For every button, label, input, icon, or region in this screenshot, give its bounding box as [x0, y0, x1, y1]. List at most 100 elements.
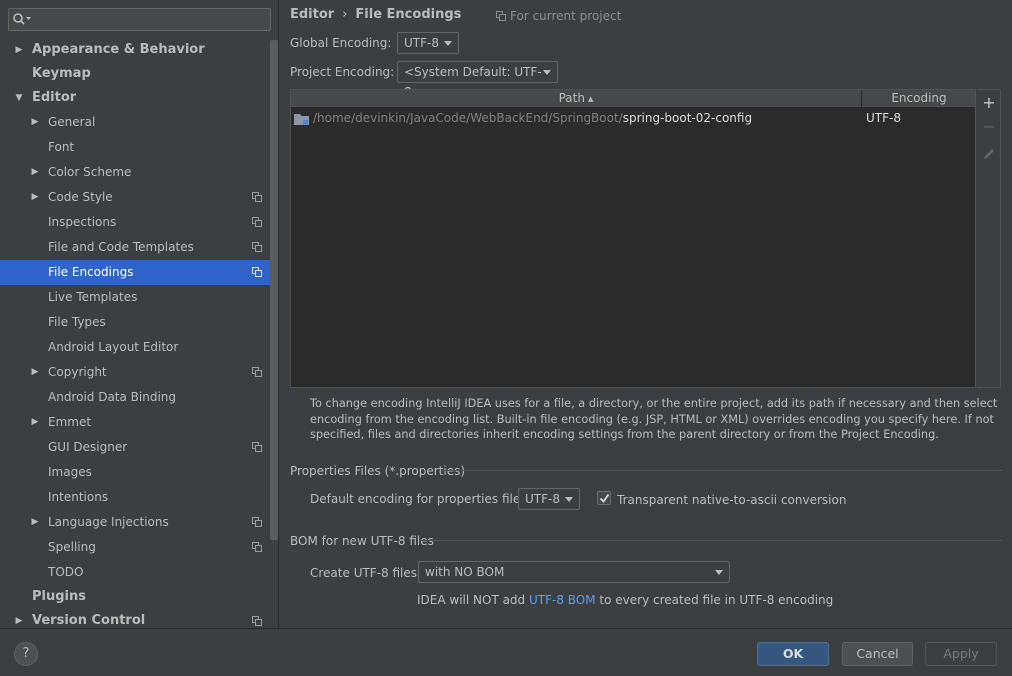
sidebar-item-label: Intentions	[48, 490, 109, 504]
expand-arrow-right-icon[interactable]: ▶	[14, 38, 24, 62]
sidebar-item-label: Keymap	[32, 66, 91, 81]
path-column-label: Path	[558, 91, 585, 105]
bom-note: IDEA will NOT add UTF-8 BOM to every cre…	[417, 593, 833, 607]
sidebar-item-inspections[interactable]: Inspections	[0, 210, 270, 235]
settings-tree: ▶ Appearance & Behavior Keymap ▼ Editor ▶ Gene…	[0, 38, 270, 633]
sidebar-item-appearance-behavior[interactable]: ▶ Appearance & Behavior	[0, 38, 270, 62]
sidebar-item-label: Appearance & Behavior	[32, 42, 205, 57]
encoding-help-text: To change encoding IntelliJ IDEA uses fo…	[310, 397, 998, 441]
table-row[interactable]: /home/devinkin/JavaCode/WebBackEnd/Sprin…	[291, 108, 975, 128]
expand-arrow-right-icon[interactable]: ▶	[30, 160, 40, 185]
sidebar-item-code-style[interactable]: ▶ Code Style	[0, 185, 270, 210]
bom-note-suffix: to every created file in UTF-8 encoding	[595, 593, 834, 607]
sidebar-item-android-layout-editor[interactable]: Android Layout Editor	[0, 335, 270, 360]
sidebar-item-language-injections[interactable]: ▶ Language Injections	[0, 510, 270, 535]
breadcrumb-separator: ›	[342, 7, 348, 22]
global-encoding-select[interactable]: UTF-8	[397, 32, 459, 54]
sidebar-item-plugins[interactable]: Plugins	[0, 585, 270, 609]
sidebar-item-file-encodings[interactable]: File Encodings	[0, 260, 270, 285]
search-field[interactable]	[8, 8, 271, 31]
apply-button[interactable]: Apply	[925, 642, 997, 666]
properties-encoding-value: UTF-8	[525, 492, 560, 506]
project-scope-icon	[252, 542, 262, 552]
add-icon[interactable]: +	[977, 91, 1001, 115]
expand-arrow-right-icon[interactable]: ▶	[30, 410, 40, 435]
sidebar-item-label: Spelling	[48, 540, 96, 554]
expand-arrow-right-icon[interactable]: ▶	[30, 510, 40, 535]
project-encoding-select[interactable]: <System Default: UTF-8>	[397, 61, 558, 99]
sidebar-item-todo[interactable]: TODO	[0, 560, 270, 585]
ok-button[interactable]: OK	[757, 642, 829, 666]
sidebar-item-gui-designer[interactable]: GUI Designer	[0, 435, 270, 460]
chevron-down-icon	[565, 497, 573, 502]
table-toolbar: + −	[977, 89, 1001, 388]
bom-select-value: with NO BOM	[425, 565, 505, 579]
create-utf8-label: Create UTF-8 files:	[310, 566, 422, 580]
sidebar-item-label: Plugins	[32, 589, 86, 604]
sidebar-item-file-types[interactable]: File Types	[0, 310, 270, 335]
sidebar-item-editor[interactable]: ▼ Editor	[0, 86, 270, 110]
sidebar-scrollbar[interactable]	[270, 40, 278, 540]
expand-arrow-down-icon[interactable]: ▼	[14, 86, 24, 110]
sidebar-item-general[interactable]: ▶ General	[0, 110, 270, 135]
copy-icon	[496, 11, 506, 21]
bom-section-title: BOM for new UTF-8 files	[290, 534, 434, 548]
sidebar-item-label: GUI Designer	[48, 440, 128, 454]
properties-encoding-select[interactable]: UTF-8	[518, 488, 580, 510]
utf8-bom-link[interactable]: UTF-8 BOM	[529, 593, 596, 607]
row-path-prefix: /home/devinkin/JavaCode/WebBackEnd/Sprin…	[313, 111, 623, 125]
path-column-header[interactable]: Path ▲	[291, 90, 862, 107]
sidebar-item-spelling[interactable]: Spelling	[0, 535, 270, 560]
sidebar-item-label: Images	[48, 465, 92, 479]
sidebar-item-label: Copyright	[48, 365, 107, 379]
sidebar-item-label: Inspections	[48, 215, 117, 229]
native-to-ascii-checkbox[interactable]	[597, 491, 611, 505]
encoding-column-header[interactable]: Encoding	[863, 90, 975, 107]
project-scope-icon	[252, 367, 262, 377]
row-path-tail: spring-boot-02-config	[622, 111, 753, 125]
sidebar-item-intentions[interactable]: Intentions	[0, 485, 270, 510]
sidebar-item-copyright[interactable]: ▶ Copyright	[0, 360, 270, 385]
global-encoding-label: Global Encoding:	[290, 36, 392, 50]
settings-sidebar: ▶ Appearance & Behavior Keymap ▼ Editor ▶ Gene…	[0, 0, 279, 628]
sidebar-item-images[interactable]: Images	[0, 460, 270, 485]
project-scope-icon	[252, 217, 262, 227]
breadcrumb: Editor › File Encodings	[290, 7, 461, 22]
breadcrumb-current: File Encodings	[355, 7, 462, 22]
sidebar-item-label: File and Code Templates	[48, 240, 194, 254]
project-scope-icon	[252, 616, 262, 626]
sidebar-item-color-scheme[interactable]: ▶ Color Scheme	[0, 160, 270, 185]
sort-ascending-icon: ▲	[587, 95, 594, 103]
project-scope-icon	[252, 242, 262, 252]
project-scope-icon	[252, 192, 262, 202]
cancel-button[interactable]: Cancel	[842, 642, 913, 666]
expand-arrow-right-icon[interactable]: ▶	[30, 110, 40, 135]
row-encoding[interactable]: UTF-8	[866, 108, 901, 128]
sidebar-item-font[interactable]: Font	[0, 135, 270, 160]
expand-arrow-right-icon[interactable]: ▶	[30, 185, 40, 210]
chevron-down-icon	[444, 41, 452, 46]
chevron-down-icon	[715, 570, 723, 575]
sidebar-item-live-templates[interactable]: Live Templates	[0, 285, 270, 310]
sidebar-item-android-data-binding[interactable]: Android Data Binding	[0, 385, 270, 410]
expand-arrow-right-icon[interactable]: ▶	[30, 360, 40, 385]
sidebar-item-label: File Encodings	[48, 265, 134, 279]
search-icon	[13, 13, 31, 25]
sidebar-item-emmet[interactable]: ▶ Emmet	[0, 410, 270, 435]
sidebar-item-label: General	[48, 115, 96, 129]
project-scope-icon	[252, 267, 262, 277]
sidebar-item-label: Color Scheme	[48, 165, 132, 179]
bom-note-prefix: IDEA will NOT add	[417, 593, 529, 607]
sidebar-item-file-and-code-templates[interactable]: File and Code Templates	[0, 235, 270, 260]
sidebar-item-label: Font	[48, 140, 75, 154]
table-header: Path ▲ Encoding	[291, 90, 975, 107]
dialog-footer: ? OK Cancel Apply	[0, 628, 1012, 676]
breadcrumb-parent[interactable]: Editor	[290, 7, 334, 22]
sidebar-item-keymap[interactable]: Keymap	[0, 62, 270, 86]
native-to-ascii-label[interactable]: Transparent native-to-ascii conversion	[617, 493, 846, 507]
edit-icon[interactable]	[977, 142, 1001, 166]
remove-icon[interactable]: −	[977, 115, 1001, 139]
project-scope-icon	[252, 517, 262, 527]
bom-select[interactable]: with NO BOM	[418, 561, 730, 583]
help-button[interactable]: ?	[14, 642, 38, 666]
